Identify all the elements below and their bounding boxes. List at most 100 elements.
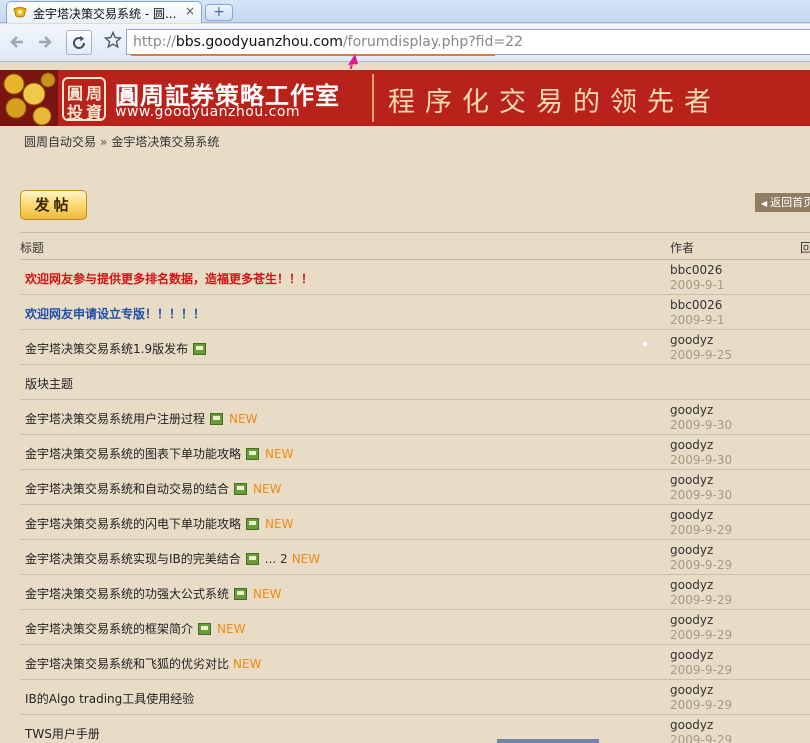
post-date: 2009-9-29 [670, 593, 733, 607]
diamond-icon: ♦ [640, 338, 650, 351]
image-attachment-icon [210, 413, 224, 425]
author-link[interactable]: goodyz [670, 508, 713, 522]
bookmark-star-button[interactable] [103, 30, 123, 54]
thread-title-link[interactable]: 金宇塔决策交易系统的图表下单功能攻略 [25, 447, 241, 461]
table-row[interactable]: 金宇塔决策交易系统的功强大公式系统 NEW goodyz 2009-9-29 [20, 575, 810, 610]
forward-button[interactable] [32, 30, 56, 54]
thread-title-link[interactable]: 金宇塔决策交易系统1.9版发布 [25, 342, 188, 356]
post-date: 2009-9-29 [670, 733, 733, 743]
author-link[interactable]: bbc0026 [670, 263, 722, 277]
breadcrumb-separator: » [100, 135, 108, 149]
site-domain: www.goodyuanzhou.com [115, 104, 301, 120]
thread-title-cell: 金宇塔决策交易系统1.9版发布 [25, 340, 208, 357]
banner-divider [372, 74, 374, 122]
thread-title-cell: 欢迎网友申请设立专版！！！！！ [25, 305, 205, 322]
thread-title-link[interactable]: 金宇塔决策交易系统的闪电下单功能攻略 [25, 517, 241, 531]
page-links[interactable]: ... 2 [265, 552, 288, 566]
thread-title-link[interactable]: IB的Algo trading工具使用经验 [25, 692, 194, 706]
arrow-right-icon [39, 36, 52, 48]
table-row[interactable]: 金宇塔决策交易系统和自动交易的结合 NEW goodyz 2009-9-30 [20, 470, 810, 505]
thread-title-link[interactable]: 欢迎网友参与提供更多排名数据，造福更多苍生！！！ [25, 272, 313, 286]
thread-title-cell: 金宇塔决策交易系统的功强大公式系统 NEW [25, 585, 281, 602]
post-date: 2009-9-29 [670, 698, 733, 712]
thread-title-link[interactable]: 金宇塔决策交易系统和自动交易的结合 [25, 482, 229, 496]
triangle-left-icon: ◀ [761, 199, 768, 208]
horizontal-scrollbar-thumb[interactable] [497, 739, 599, 743]
image-attachment-icon [234, 483, 248, 495]
thread-title-link[interactable]: 金宇塔决策交易系统实现与IB的完美结合 [25, 552, 241, 566]
table-row[interactable]: TWS用户手册 goodyz 2009-9-29 [20, 715, 810, 743]
table-row[interactable]: 金宇塔决策交易系统实现与IB的完美结合 ... 2 NEW goodyz 2009-9-… [20, 540, 810, 575]
url-text[interactable]: http://bbs.goodyuanzhou.com/forumdisplay… [133, 34, 523, 50]
author-link[interactable]: goodyz [670, 718, 713, 732]
thread-title-link[interactable]: 金宇塔决策交易系统的功强大公式系统 [25, 587, 229, 601]
back-to-home-button[interactable]: ◀ 返回首页 [755, 193, 810, 212]
new-post-button[interactable]: 发帖 [20, 190, 87, 220]
table-row[interactable]: 欢迎网友申请设立专版！！！！！ bbc0026 2009-9-1 [20, 295, 810, 330]
post-date: 2009-9-30 [670, 453, 733, 467]
post-date: 2009-9-29 [670, 558, 733, 572]
author-link[interactable]: goodyz [670, 578, 713, 592]
new-badge: NEW [265, 517, 294, 531]
author-link[interactable]: goodyz [670, 613, 713, 627]
close-tab-icon[interactable]: × [185, 4, 195, 18]
reload-button[interactable] [66, 30, 92, 55]
table-row[interactable]: 金宇塔决策交易系统1.9版发布 ♦ goodyz 2009-9-25 [20, 330, 810, 365]
table-row[interactable]: 金宇塔决策交易系统的图表下单功能攻略 NEW goodyz 2009-9-30 [20, 435, 810, 470]
table-row[interactable]: 金宇塔决策交易系统的框架简介 NEW goodyz 2009-9-29 [20, 610, 810, 645]
image-attachment-icon [193, 343, 207, 355]
new-badge: NEW [229, 412, 258, 426]
new-tab-button[interactable]: + [205, 4, 233, 21]
post-date: 2009-9-1 [670, 313, 725, 327]
url-highlight-underline [131, 54, 495, 56]
table-row[interactable]: 金宇塔决策交易系统的闪电下单功能攻略 NEW goodyz 2009-9-29 [20, 505, 810, 540]
thread-title-link[interactable]: 欢迎网友申请设立专版！！！！！ [25, 307, 205, 321]
thread-title-link[interactable]: 金宇塔决策交易系统的框架简介 [25, 622, 193, 636]
table-row[interactable]: 金宇塔决策交易系统用户注册过程 NEW goodyz 2009-9-30 [20, 400, 810, 435]
thread-title-link[interactable]: 金宇塔决策交易系统用户注册过程 [25, 412, 205, 426]
site-banner: 圓 周 投 資 圓周証券策略工作室 www.goodyuanzhou.com 程… [0, 70, 810, 126]
author-link[interactable]: goodyz [670, 543, 713, 557]
author-link[interactable]: bbc0026 [670, 298, 722, 312]
post-date: 2009-9-29 [670, 663, 733, 677]
author-link[interactable]: goodyz [670, 438, 713, 452]
thread-title-cell: TWS用户手册 [25, 725, 100, 742]
column-header-title[interactable]: 标题 [20, 239, 44, 256]
post-date: 2009-9-30 [670, 488, 733, 502]
author-link[interactable]: goodyz [670, 473, 713, 487]
new-badge: NEW [291, 552, 321, 566]
table-row[interactable]: IB的Algo trading工具使用经验 goodyz 2009-9-29 [20, 680, 810, 715]
column-header-author[interactable]: 作者 [670, 239, 694, 256]
new-badge: NEW [265, 447, 294, 461]
browser-tab[interactable]: 金宇塔决策交易系统 - 圆... × [6, 1, 202, 23]
author-link[interactable]: goodyz [670, 683, 713, 697]
back-button[interactable] [6, 30, 30, 54]
favicon-icon [13, 7, 27, 18]
image-attachment-icon [198, 623, 212, 635]
thread-title-cell: IB的Algo trading工具使用经验 [25, 690, 194, 707]
thread-title-link[interactable]: 金宇塔决策交易系统和飞狐的优劣对比 [25, 657, 229, 671]
section-title-text: 版块主题 [25, 377, 74, 391]
breadcrumb-current[interactable]: 金宇塔决策交易系统 [111, 135, 219, 149]
thread-title-cell: 金宇塔决策交易系统的框架简介 NEW [25, 620, 245, 637]
site-slogan: 程序化交易的领先者 [388, 87, 721, 118]
thread-title-link[interactable]: TWS用户手册 [25, 727, 100, 741]
table-row[interactable]: 金宇塔决策交易系统和飞狐的优劣对比 NEW goodyz 2009-9-29 [20, 645, 810, 680]
table-row[interactable]: 欢迎网友参与提供更多排名数据，造福更多苍生！！！ bbc0026 2009-9-1 [20, 260, 810, 295]
column-header-replies[interactable]: 回 [800, 239, 810, 256]
breadcrumb: 圆周自动交易 » 金宇塔决策交易系统 [24, 133, 219, 150]
url-scheme: http:// [133, 34, 176, 50]
address-bar[interactable]: http://bbs.goodyuanzhou.com/forumdisplay… [126, 29, 810, 56]
new-badge: NEW [233, 657, 262, 671]
logo-seal: 圓 周 投 資 [62, 77, 106, 122]
browser-tab-strip: 金宇塔决策交易系统 - 圆... × + [0, 0, 810, 23]
thread-title-cell: 金宇塔决策交易系统和飞狐的优劣对比 NEW [25, 655, 261, 672]
author-link[interactable]: goodyz [670, 648, 713, 662]
author-link[interactable]: goodyz [670, 333, 713, 347]
star-icon [103, 30, 123, 49]
author-link[interactable]: goodyz [670, 403, 713, 417]
thread-title-cell: 金宇塔决策交易系统的图表下单功能攻略 NEW [25, 445, 293, 462]
new-badge: NEW [217, 622, 246, 636]
breadcrumb-home-link[interactable]: 圆周自动交易 [24, 135, 96, 149]
url-host: bbs.goodyuanzhou.com [175, 34, 343, 50]
